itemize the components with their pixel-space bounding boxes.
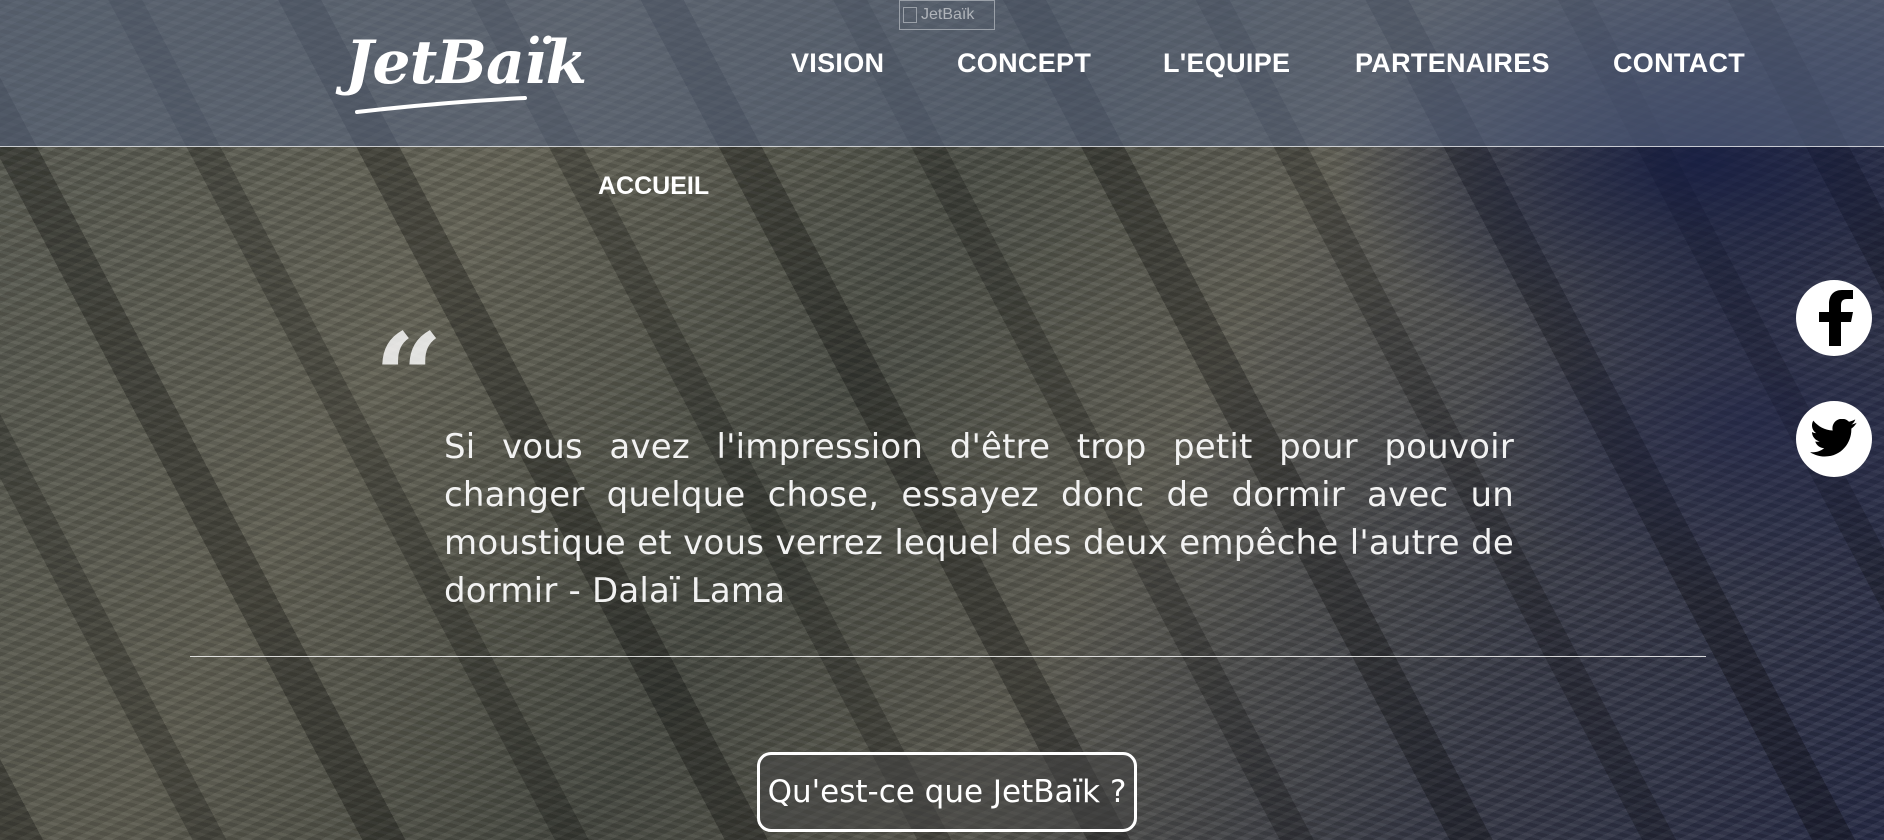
- logo-text: JetBaïk: [345, 28, 587, 98]
- facebook-link[interactable]: [1796, 280, 1872, 356]
- nav-item-vision[interactable]: VISION: [791, 48, 884, 79]
- what-is-jetbaik-button[interactable]: Qu'est-ce que JetBaïk ?: [757, 752, 1137, 832]
- broken-image-alt: JetBaïk: [921, 6, 975, 23]
- divider: [190, 656, 1706, 657]
- twitter-icon: [1810, 419, 1857, 457]
- broken-image-placeholder: JetBaïk: [899, 0, 995, 30]
- quote-mark-icon: “: [374, 307, 444, 448]
- nav-item-contact[interactable]: CONTACT: [1613, 48, 1745, 79]
- logo[interactable]: JetBaïk: [345, 28, 587, 120]
- nav-item-accueil[interactable]: ACCUEIL: [598, 172, 709, 201]
- nav-item-concept[interactable]: CONCEPT: [957, 48, 1091, 79]
- hero-quote: Si vous avez l'impression d'être trop pe…: [444, 427, 1514, 611]
- facebook-icon: [1819, 290, 1853, 346]
- twitter-link[interactable]: [1796, 401, 1872, 477]
- broken-image-icon: [903, 7, 917, 23]
- nav-item-equipe[interactable]: L'EQUIPE: [1163, 48, 1290, 79]
- site-header: JetBaïk JetBaïk VISION CONCEPT L'EQUIPE …: [0, 0, 1884, 147]
- logo-underline: [355, 96, 527, 114]
- nav-item-partenaires[interactable]: PARTENAIRES: [1355, 48, 1550, 79]
